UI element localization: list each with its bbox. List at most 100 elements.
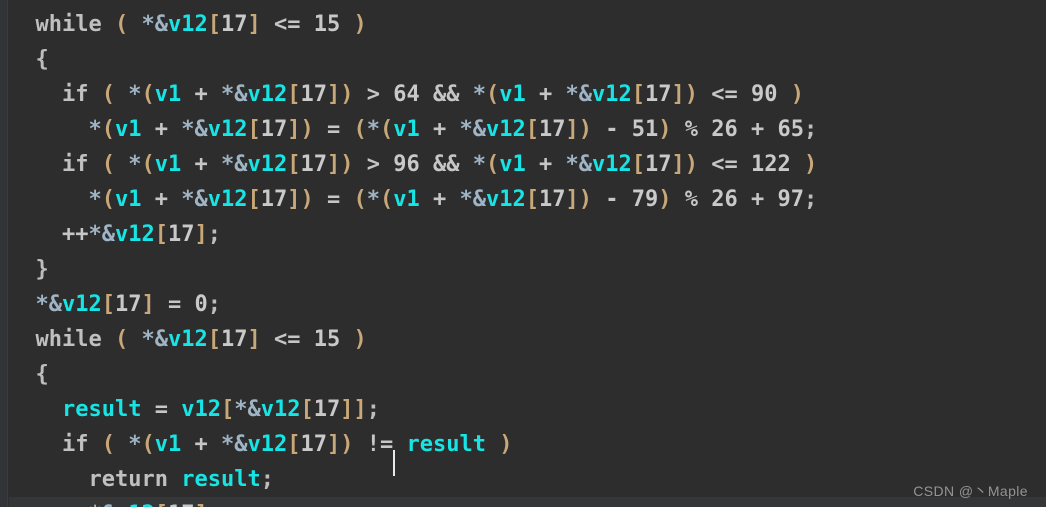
code-token-op: + [750, 187, 765, 212]
code-line[interactable]: { [9, 357, 1046, 392]
code-token-op: <= [711, 82, 738, 107]
code-token-brk: [ [155, 502, 168, 507]
code-token-op: - [605, 187, 619, 212]
code-line[interactable]: *&v12[17] = 0; [9, 287, 1046, 322]
code-token-var: v12 [114, 222, 155, 247]
code-token-ptr: *& [220, 82, 248, 107]
code-token-num: 96 [393, 152, 420, 177]
code-line[interactable]: } [9, 252, 1046, 287]
code-token-num: 90 [750, 82, 778, 107]
code-token-var: v12 [207, 117, 248, 142]
code-token-brk: ( [101, 187, 115, 212]
code-token-op: && [432, 152, 460, 177]
code-token-num: 97 [777, 187, 804, 212]
code-token-punc: ; [207, 292, 221, 317]
code-token-num: 15 [313, 12, 341, 37]
code-token-op: ++ [62, 502, 89, 507]
code-line[interactable]: while ( *&v12[17] <= 15 ) [9, 322, 1046, 357]
code-token-brk: ) [790, 82, 804, 107]
code-token-ptr: *& [220, 152, 248, 177]
code-token-ptr: * [128, 432, 142, 457]
code-token-kw: if [61, 82, 89, 107]
code-token-op: + [154, 117, 168, 142]
code-token-var: v12 [207, 187, 248, 212]
code-line[interactable]: *(v1 + *&v12[17]) = (*(v1 + *&v12[17]) -… [9, 112, 1046, 147]
code-line[interactable]: { [9, 42, 1046, 77]
code-token-op: = [168, 292, 182, 317]
code-line[interactable]: ++*&v12[17]; [9, 497, 1046, 507]
code-token-brk: [ [247, 117, 261, 142]
code-token-brk: [ [220, 397, 235, 422]
code-token-ptr: * [366, 187, 380, 212]
code-token-brk: ) [300, 187, 314, 212]
code-line[interactable]: while ( *&v12[17] <= 15 ) [9, 7, 1046, 42]
code-token-brk: ( [485, 82, 500, 107]
code-token-var: v12 [591, 152, 632, 177]
code-token-op: + [194, 152, 208, 177]
code-token-ptr: *& [88, 502, 115, 507]
code-line[interactable] [9, 0, 1046, 7]
code-token-brk: [ [287, 152, 301, 177]
code-line[interactable]: if ( *(v1 + *&v12[17]) > 64 && *(v1 + *&… [9, 77, 1046, 112]
code-token-brk: ) [658, 117, 672, 142]
code-token-num: 17 [300, 82, 327, 107]
pseudocode-editor[interactable]: while ( *&v12[17] <= 15 ) { if ( *(v1 + … [0, 0, 1046, 507]
code-token-kw: while [35, 327, 102, 352]
code-line[interactable]: *(v1 + *&v12[17]) = (*(v1 + *&v12[17]) -… [9, 182, 1046, 217]
code-token-brk: ] [565, 187, 579, 212]
code-token-brk: ) [578, 187, 592, 212]
code-token-brk: ] [326, 82, 341, 107]
code-line[interactable]: ++*&v12[17]; [9, 217, 1046, 252]
code-token-var: result [181, 467, 261, 492]
code-token-punc: } [35, 257, 49, 282]
code-token-op: + [538, 82, 553, 107]
code-surface[interactable]: while ( *&v12[17] <= 15 ) { if ( *(v1 + … [9, 0, 1046, 507]
code-line[interactable]: result = v12[*&v12[17]]; [9, 392, 1046, 427]
code-token-punc: ; [260, 467, 274, 492]
code-token-var: v1 [393, 187, 420, 212]
code-token-num: 26 [711, 117, 738, 142]
code-token-punc: ; [803, 187, 818, 212]
code-token-brk: [ [631, 152, 645, 177]
code-token-num: 17 [300, 432, 327, 457]
code-line[interactable]: if ( *(v1 + *&v12[17]) != result ) [9, 427, 1046, 462]
code-token-brk: ( [114, 12, 129, 37]
code-line[interactable]: if ( *(v1 + *&v12[17]) > 96 && *(v1 + *&… [9, 147, 1046, 182]
code-token-op: <= [273, 327, 301, 352]
code-line[interactable]: return result; [9, 462, 1046, 497]
code-token-op: - [605, 117, 619, 142]
code-token-punc: { [35, 362, 49, 387]
code-token-brk: ) [353, 12, 367, 37]
code-token-num: 17 [260, 117, 288, 142]
code-token-kw: if [61, 432, 89, 457]
code-token-op: && [432, 82, 460, 107]
code-token-brk: [ [247, 187, 261, 212]
code-token-punc: ; [803, 117, 818, 142]
